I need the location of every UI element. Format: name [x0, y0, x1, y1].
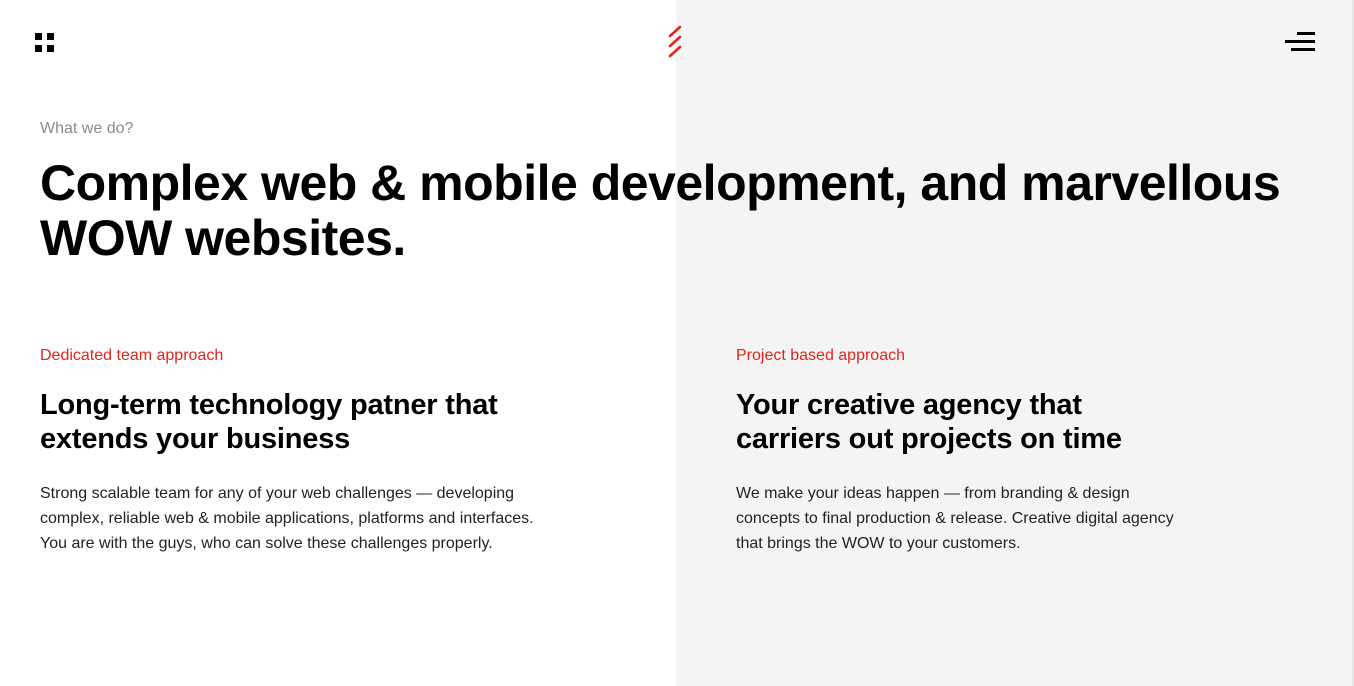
column-description: Strong scalable team for any of your web… [40, 481, 580, 556]
hamburger-line [1297, 32, 1315, 35]
slash-logo-svg [668, 25, 682, 58]
column-title: Your creative agency that carriers out p… [736, 388, 1236, 456]
column-title: Long-term technology patner that extends… [40, 388, 580, 456]
grid-icon-square [35, 33, 42, 40]
project-based-column: Project based approach Your creative age… [736, 346, 1236, 556]
column-description-line: Strong scalable team for any of your web… [40, 485, 515, 502]
hamburger-line [1285, 40, 1315, 43]
column-description: We make your ideas happen — from brandin… [736, 481, 1236, 556]
grid-icon-square [35, 45, 42, 52]
dedicated-team-column: Dedicated team approach Long-term techno… [40, 346, 580, 556]
column-description-line: complex, reliable web & mobile applicati… [40, 510, 534, 527]
column-description-line: We make your ideas happen — from brandin… [736, 485, 1130, 502]
hamburger-icon[interactable] [1282, 30, 1318, 56]
column-title-line: Your creative agency that [736, 389, 1082, 421]
headline-line: Complex web & mobile development, and ma… [40, 155, 1281, 211]
column-label: Project based approach [736, 347, 905, 364]
grid-icon-square [47, 45, 54, 52]
column-title-line: Long-term technology patner that [40, 389, 498, 421]
slash-logo-icon[interactable] [664, 24, 688, 60]
hamburger-line [1291, 48, 1315, 51]
headline-line: WOW websites. [40, 210, 406, 266]
page: What we do? Complex web & mobile develop… [0, 0, 1354, 686]
right-panel-background [676, 0, 1352, 686]
column-description-line: concepts to final production & release. … [736, 510, 1174, 527]
column-title-line: extends your business [40, 423, 351, 455]
column-description-line: that brings the WOW to your customers. [736, 535, 1021, 552]
grid-icon[interactable] [35, 33, 54, 52]
section-eyebrow: What we do? [40, 120, 134, 137]
column-label: Dedicated team approach [40, 347, 224, 364]
page-headline: Complex web & mobile development, and ma… [40, 156, 1340, 266]
grid-icon-square [47, 33, 54, 40]
column-title-line: carriers out projects on time [736, 423, 1122, 455]
column-description-line: You are with the guys, who can solve the… [40, 535, 493, 552]
